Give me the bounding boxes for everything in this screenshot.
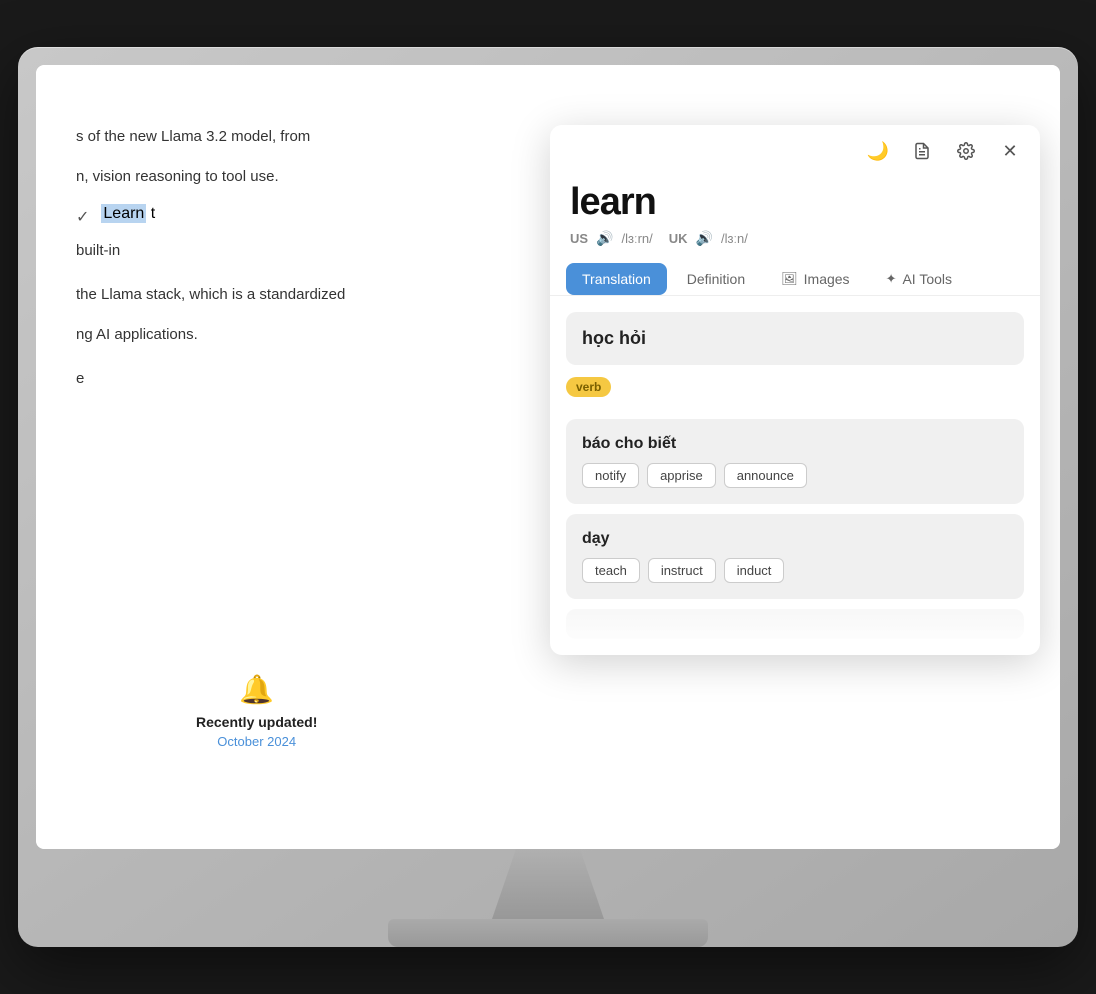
bottom-fade (566, 609, 1024, 639)
close-icon[interactable]: ✕ (996, 137, 1024, 165)
monitor-stand (36, 849, 1060, 947)
pronunciation-row: US 🔊 /lɜːrn/ UK 🔊 /lɜːn/ (570, 230, 1020, 247)
recently-updated-label: Recently updated! (196, 714, 317, 730)
tab-aitools[interactable]: ✦ AI Tools (870, 263, 968, 295)
synonym-notify[interactable]: notify (582, 463, 639, 488)
uk-speaker-icon[interactable]: 🔊 (696, 230, 713, 247)
notification-area: 🔔 Recently updated! October 2024 (196, 673, 317, 749)
stand-neck (468, 849, 628, 919)
settings-icon[interactable] (952, 137, 980, 165)
images-icon: 🖼 (781, 271, 798, 287)
uk-label: UK (669, 231, 688, 246)
tab-images[interactable]: 🖼 Images (765, 263, 865, 295)
main-translation-card: học hỏi (566, 312, 1024, 365)
monitor: 🌙 s of the new Llama 3.2 model, from n, … (18, 47, 1078, 947)
word-section: learn US 🔊 /lɜːrn/ UK 🔊 /lɜːn/ (550, 173, 1040, 263)
main-translation-text: học hỏi (582, 328, 1008, 349)
synonym-teach[interactable]: teach (582, 558, 640, 583)
word-title: learn (570, 181, 1020, 224)
aitools-icon: ✦ (886, 271, 897, 287)
us-pronunciation: /lɜːrn/ (622, 231, 653, 246)
vietnamese-1: dạy (582, 530, 1008, 548)
checkmark-icon: ✓ (76, 207, 89, 227)
check-text: Learn t (101, 205, 155, 223)
screen: 🌙 s of the new Llama 3.2 model, from n, … (36, 65, 1060, 849)
dict-tabs: Translation Definition 🖼 Images ✦ AI Too… (550, 263, 1040, 296)
dictionary-popup: 🌙 (550, 125, 1040, 655)
stand-base (388, 919, 708, 947)
tab-translation[interactable]: Translation (566, 263, 667, 295)
highlighted-learn: Learn (101, 204, 146, 223)
screen-bezel: 🌙 s of the new Llama 3.2 model, from n, … (36, 65, 1060, 849)
us-label: US (570, 231, 588, 246)
uk-pronunciation: /lɜːn/ (721, 231, 748, 246)
dict-body[interactable]: học hỏi verb báo cho biết notify apprise… (550, 296, 1040, 655)
tab-definition[interactable]: Definition (671, 263, 761, 295)
synonym-instruct[interactable]: instruct (648, 558, 716, 583)
translation-entry-0: báo cho biết notify apprise announce (566, 419, 1024, 504)
us-speaker-icon[interactable]: 🔊 (596, 230, 613, 247)
synonym-induct[interactable]: induct (724, 558, 785, 583)
verb-badge: verb (566, 377, 611, 397)
dark-mode-icon[interactable]: 🌙 (864, 137, 892, 165)
dict-header: 🌙 (550, 125, 1040, 173)
bell-icon: 🔔 (196, 673, 317, 706)
synonyms-0: notify apprise announce (582, 463, 1008, 488)
translation-entry-1: dạy teach instruct induct (566, 514, 1024, 599)
synonyms-1: teach instruct induct (582, 558, 1008, 583)
document-icon[interactable] (908, 137, 936, 165)
synonym-announce[interactable]: announce (724, 463, 807, 488)
synonym-apprise[interactable]: apprise (647, 463, 716, 488)
update-date: October 2024 (196, 734, 317, 749)
vietnamese-0: báo cho biết (582, 435, 1008, 453)
